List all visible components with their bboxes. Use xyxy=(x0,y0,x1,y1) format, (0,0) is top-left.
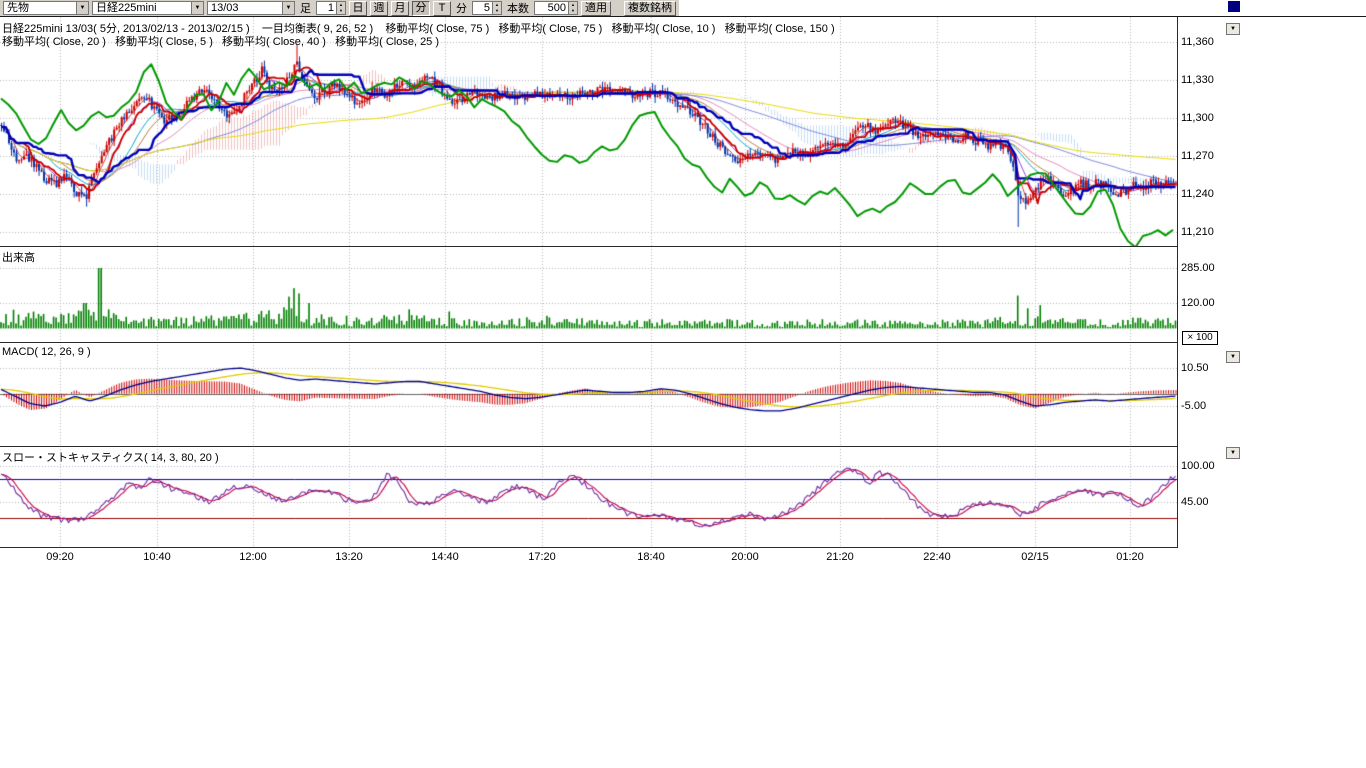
y-axis-tick-label: 285.00 xyxy=(1181,262,1227,274)
y-axis-tick-label: 100.00 xyxy=(1181,460,1227,472)
panel-separator xyxy=(0,446,1177,447)
time-axis-label: 10:40 xyxy=(135,551,179,563)
stochastics-panel-title: スロー・ストキャスティクス( 14, 3, 80, 20 ) xyxy=(2,449,219,465)
time-axis-label: 02/15 xyxy=(1013,551,1057,563)
chevron-down-icon[interactable]: ▼ xyxy=(282,2,294,14)
bar-count-label: 本数 xyxy=(505,0,531,16)
panel-separator xyxy=(0,342,1177,343)
time-axis-label: 22:40 xyxy=(915,551,959,563)
contract-month-value: 13/03 xyxy=(208,2,282,14)
time-axis-label: 09:20 xyxy=(38,551,82,563)
spin-down-icon[interactable]: ▼ xyxy=(337,8,345,14)
period-day-button[interactable]: 日 xyxy=(349,1,367,16)
toolbar-controls: 先物 ▼ 日経225mini ▼ 13/03 ▼ 足 1 ▲▼ 日 週 月 分 … xyxy=(0,0,679,16)
spinner-arrows-icon[interactable]: ▲▼ xyxy=(568,2,577,14)
volume-panel-title: 出来高 xyxy=(2,249,35,265)
chevron-down-icon[interactable]: ▼ xyxy=(191,2,203,14)
y-axis-tick-label: 120.00 xyxy=(1181,297,1227,309)
chart-header-line2: 移動平均( Close, 20 ) 移動平均( Close, 5 ) 移動平均(… xyxy=(2,33,439,49)
bar-interval-value: 1 xyxy=(317,2,336,14)
spin-down-icon[interactable]: ▼ xyxy=(569,8,577,14)
period-month-button[interactable]: 月 xyxy=(391,1,409,16)
volume-multiplier-badge: × 100 xyxy=(1182,331,1218,345)
time-axis-label: 18:40 xyxy=(629,551,673,563)
y-axis-tick-label: 10.50 xyxy=(1181,362,1227,374)
macd-chart-canvas[interactable] xyxy=(0,342,1177,446)
time-axis-label: 13:20 xyxy=(327,551,371,563)
macd-panel-menu-button[interactable]: ▼ xyxy=(1226,351,1240,363)
bar-type-label: 足 xyxy=(298,0,313,16)
spinner-arrows-icon[interactable]: ▲▼ xyxy=(336,2,345,14)
time-axis: 09:20 10:40 12:00 13:20 14:40 17:20 18:40 20:00… xyxy=(0,551,1200,565)
period-week-button[interactable]: 週 xyxy=(370,1,388,16)
y-axis-tick-label: 11,300 xyxy=(1181,112,1227,124)
time-axis-label: 21:20 xyxy=(818,551,862,563)
panel-separator xyxy=(0,246,1177,247)
y-axis-tick-label: 11,270 xyxy=(1181,150,1227,162)
time-axis-label: 20:00 xyxy=(723,551,767,563)
symbol-select[interactable]: 日経225mini ▼ xyxy=(92,1,204,15)
app-corner-icon xyxy=(1228,1,1240,12)
y-axis-tick-label: 11,360 xyxy=(1181,36,1227,48)
y-axis-tick-label: 45.00 xyxy=(1181,496,1227,508)
minute-value-input[interactable]: 5 ▲▼ xyxy=(472,1,502,15)
time-axis-label: 17:20 xyxy=(520,551,564,563)
x-axis-line xyxy=(0,547,1177,548)
y-axis-tick-label: 11,240 xyxy=(1181,188,1227,200)
y-axis-tick-label: -5.00 xyxy=(1181,400,1227,412)
apply-button[interactable]: 適用 xyxy=(581,1,611,16)
bar-count-input[interactable]: 500 ▲▼ xyxy=(534,1,578,15)
y-axis-line xyxy=(1177,17,1178,548)
minute-value: 5 xyxy=(473,2,492,14)
chart-application-window: 先物 ▼ 日経225mini ▼ 13/03 ▼ 足 1 ▲▼ 日 週 月 分 … xyxy=(0,0,1366,768)
time-axis-label: 01:20 xyxy=(1108,551,1152,563)
y-axis-tick-label: 11,330 xyxy=(1181,74,1227,86)
instrument-type-value: 先物 xyxy=(4,2,76,14)
spin-down-icon[interactable]: ▼ xyxy=(493,8,501,14)
contract-month-select[interactable]: 13/03 ▼ xyxy=(207,1,295,15)
period-tick-button[interactable]: T xyxy=(433,1,451,16)
y-axis-tick-label: 11,210 xyxy=(1181,226,1227,238)
instrument-type-select[interactable]: 先物 ▼ xyxy=(3,1,89,15)
bar-count-value: 500 xyxy=(535,2,568,14)
time-axis-label: 14:40 xyxy=(423,551,467,563)
price-chart-canvas[interactable] xyxy=(0,17,1177,246)
volume-chart-canvas[interactable] xyxy=(0,246,1177,342)
toolbar: 先物 ▼ 日経225mini ▼ 13/03 ▼ 足 1 ▲▼ 日 週 月 分 … xyxy=(0,0,1366,17)
spinner-arrows-icon[interactable]: ▲▼ xyxy=(492,2,501,14)
bar-interval-input[interactable]: 1 ▲▼ xyxy=(316,1,346,15)
time-axis-label: 12:00 xyxy=(231,551,275,563)
symbol-value: 日経225mini xyxy=(93,2,191,14)
multi-symbol-button[interactable]: 複数銘柄 xyxy=(624,1,676,16)
stochastics-panel-menu-button[interactable]: ▼ xyxy=(1226,447,1240,459)
minute-unit-label: 分 xyxy=(454,0,469,16)
period-minute-button[interactable]: 分 xyxy=(412,1,430,16)
macd-panel-title: MACD( 12, 26, 9 ) xyxy=(2,346,91,358)
price-panel-menu-button[interactable]: ▼ xyxy=(1226,23,1240,35)
chevron-down-icon[interactable]: ▼ xyxy=(76,2,88,14)
